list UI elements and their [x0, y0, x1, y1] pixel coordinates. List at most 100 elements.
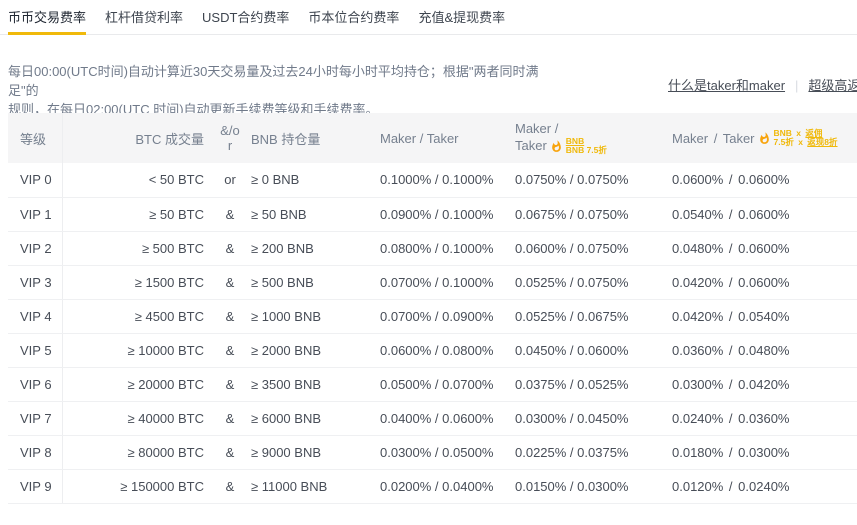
bnb-balance-cell: ≥ 2000 BNB [248, 333, 366, 367]
btc-volume-cell: ≥ 500 BTC [62, 231, 212, 265]
table-row: VIP 4 ≥ 4500 BTC & ≥ 1000 BNB 0.0700% / … [8, 299, 857, 333]
tab-spot-fee[interactable]: 币币交易费率 [8, 9, 86, 34]
bnb-balance-cell: ≥ 1000 BNB [248, 299, 366, 333]
fee-combo-discount-cell: 0.0480% / 0.0600% [666, 231, 857, 265]
col-header-and-or: &/or [212, 113, 248, 163]
level-cell: VIP 1 [8, 197, 62, 231]
operator-cell: & [212, 367, 248, 401]
fee-bnb-discount-cell: 0.0525% / 0.0750% [511, 265, 666, 299]
col-header-level: 等级 [8, 113, 62, 163]
rebate-badge-rebate-link[interactable]: 返佣 [805, 128, 822, 138]
maker-taker-bnb-line2: Taker [515, 138, 547, 154]
btc-volume-cell: ≥ 1500 BTC [62, 265, 212, 299]
tab-usdt-futures-fee[interactable]: USDT合约费率 [202, 9, 289, 34]
fee-cell: 0.0500% / 0.0700% [366, 367, 511, 401]
bnb-balance-cell: ≥ 200 BNB [248, 231, 366, 265]
fee-combo-discount-cell: 0.0240% / 0.0360% [666, 401, 857, 435]
btc-volume-cell: < 50 BTC [62, 163, 212, 197]
fee-cell: 0.0700% / 0.0900% [366, 299, 511, 333]
operator-cell: & [212, 265, 248, 299]
fee-bnb-discount-cell: 0.0525% / 0.0675% [511, 299, 666, 333]
fee-bnb-discount-cell: 0.0300% / 0.0450% [511, 401, 666, 435]
tab-deposit-withdraw-fee[interactable]: 充值&提现费率 [418, 9, 505, 34]
fee-cell: 0.1000% / 0.1000% [366, 163, 511, 197]
bnb-balance-cell: ≥ 3500 BNB [248, 367, 366, 401]
rebate-badge-cashback-link[interactable]: 返现8折 [807, 137, 837, 147]
level-cell: VIP 3 [8, 265, 62, 299]
btc-volume-cell: ≥ 40000 BTC [62, 401, 212, 435]
rebate-badge-line2-prefix: 7.5折 x [774, 137, 808, 147]
rebate-badge-line1-prefix: BNB x [774, 128, 806, 138]
rebate-badge: BNB x 返佣 7.5折 x 返现8折 [774, 129, 838, 148]
bnb-balance-cell: ≥ 0 BNB [248, 163, 366, 197]
fee-bnb-discount-cell: 0.0150% / 0.0300% [511, 469, 666, 503]
col-header-bnb-balance: BNB 持仓量 [248, 113, 366, 163]
operator-cell: & [212, 469, 248, 503]
btc-volume-cell: ≥ 50 BTC [62, 197, 212, 231]
link-what-is-taker-maker[interactable]: 什么是taker和maker [668, 77, 785, 95]
btc-volume-cell: ≥ 150000 BTC [62, 469, 212, 503]
fee-table: 等级 BTC 成交量 &/or BNB 持仓量 Maker / Taker Ma… [8, 113, 857, 504]
btc-volume-cell: ≥ 10000 BTC [62, 333, 212, 367]
fee-cell: 0.0300% / 0.0500% [366, 435, 511, 469]
bnb-discount-badge-line2: BNB 7.5折 [566, 146, 607, 156]
fee-cell: 0.0400% / 0.0600% [366, 401, 511, 435]
fee-cell: 0.0800% / 0.1000% [366, 231, 511, 265]
level-cell: VIP 7 [8, 401, 62, 435]
fee-combo-discount-cell: 0.0540% / 0.0600% [666, 197, 857, 231]
fee-combo-discount-cell: 0.0360% / 0.0480% [666, 333, 857, 367]
btc-volume-cell: ≥ 4500 BTC [62, 299, 212, 333]
fee-bnb-discount-cell: 0.0450% / 0.0600% [511, 333, 666, 367]
operator-cell: & [212, 197, 248, 231]
fee-tab-bar: 币币交易费率 杠杆借贷利率 USDT合约费率 币本位合约费率 充值&提现费率 [0, 0, 857, 35]
operator-cell: & [212, 299, 248, 333]
bnb-balance-cell: ≥ 500 BNB [248, 265, 366, 299]
tab-coin-futures-fee[interactable]: 币本位合约费率 [308, 9, 399, 34]
fee-table-body: VIP 0 < 50 BTC or ≥ 0 BNB 0.1000% / 0.10… [8, 163, 857, 503]
table-row: VIP 8 ≥ 80000 BTC & ≥ 9000 BNB 0.0300% /… [8, 435, 857, 469]
btc-volume-cell: ≥ 80000 BTC [62, 435, 212, 469]
level-cell: VIP 8 [8, 435, 62, 469]
level-cell: VIP 9 [8, 469, 62, 503]
fee-rule-description-line1: 每日00:00(UTC时间)自动计算近30天交易量及过去24小时每小时平均持仓；… [8, 62, 568, 100]
fee-combo-discount-cell: 0.0300% / 0.0420% [666, 367, 857, 401]
table-row: VIP 3 ≥ 1500 BTC & ≥ 500 BNB 0.0700% / 0… [8, 265, 857, 299]
level-cell: VIP 0 [8, 163, 62, 197]
col-header-btc-volume: BTC 成交量 [62, 113, 212, 163]
fee-bnb-discount-cell: 0.0750% / 0.0750% [511, 163, 666, 197]
table-row: VIP 7 ≥ 40000 BTC & ≥ 6000 BNB 0.0400% /… [8, 401, 857, 435]
fee-combo-discount-cell: 0.0600% / 0.0600% [666, 163, 857, 197]
flame-icon [758, 132, 771, 145]
operator-cell: & [212, 435, 248, 469]
fee-cell: 0.0600% / 0.0800% [366, 333, 511, 367]
fee-combo-discount-cell: 0.0120% / 0.0240% [666, 469, 857, 503]
table-row: VIP 2 ≥ 500 BTC & ≥ 200 BNB 0.0800% / 0.… [8, 231, 857, 265]
operator-cell: or [212, 163, 248, 197]
table-row: VIP 6 ≥ 20000 BTC & ≥ 3500 BNB 0.0500% /… [8, 367, 857, 401]
fee-cell: 0.0200% / 0.0400% [366, 469, 511, 503]
fee-combo-discount-cell: 0.0420% / 0.0600% [666, 265, 857, 299]
btc-volume-cell: ≥ 20000 BTC [62, 367, 212, 401]
operator-cell: & [212, 401, 248, 435]
maker-taker-combo-label: Maker / Taker [672, 131, 755, 146]
links-divider: | [795, 77, 798, 95]
fee-bnb-discount-cell: 0.0375% / 0.0525% [511, 367, 666, 401]
fee-bnb-discount-cell: 0.0675% / 0.0750% [511, 197, 666, 231]
link-super-rebate[interactable]: 超级高返佣 [808, 77, 857, 95]
bnb-balance-cell: ≥ 11000 BNB [248, 469, 366, 503]
level-cell: VIP 6 [8, 367, 62, 401]
col-header-maker-taker: Maker / Taker [366, 113, 511, 163]
operator-cell: & [212, 333, 248, 367]
bnb-discount-badge: BNB BNB 7.5折 [566, 137, 607, 156]
col-header-maker-taker-bnb: Maker / Taker BNB BNB 7.5折 [511, 113, 666, 163]
operator-cell: & [212, 231, 248, 265]
col-header-maker-taker-combo: Maker / Taker BNB x 返佣 7.5折 x 返现8折 [666, 113, 857, 163]
bnb-balance-cell: ≥ 6000 BNB [248, 401, 366, 435]
fee-cell: 0.0700% / 0.1000% [366, 265, 511, 299]
table-row: VIP 1 ≥ 50 BTC & ≥ 50 BNB 0.0900% / 0.10… [8, 197, 857, 231]
table-row: VIP 0 < 50 BTC or ≥ 0 BNB 0.1000% / 0.10… [8, 163, 857, 197]
fee-combo-discount-cell: 0.0420% / 0.0540% [666, 299, 857, 333]
fee-rule-description: 每日00:00(UTC时间)自动计算近30天交易量及过去24小时每小时平均持仓；… [8, 62, 568, 119]
tab-margin-borrow-rate[interactable]: 杠杆借贷利率 [105, 9, 183, 34]
bnb-balance-cell: ≥ 9000 BNB [248, 435, 366, 469]
